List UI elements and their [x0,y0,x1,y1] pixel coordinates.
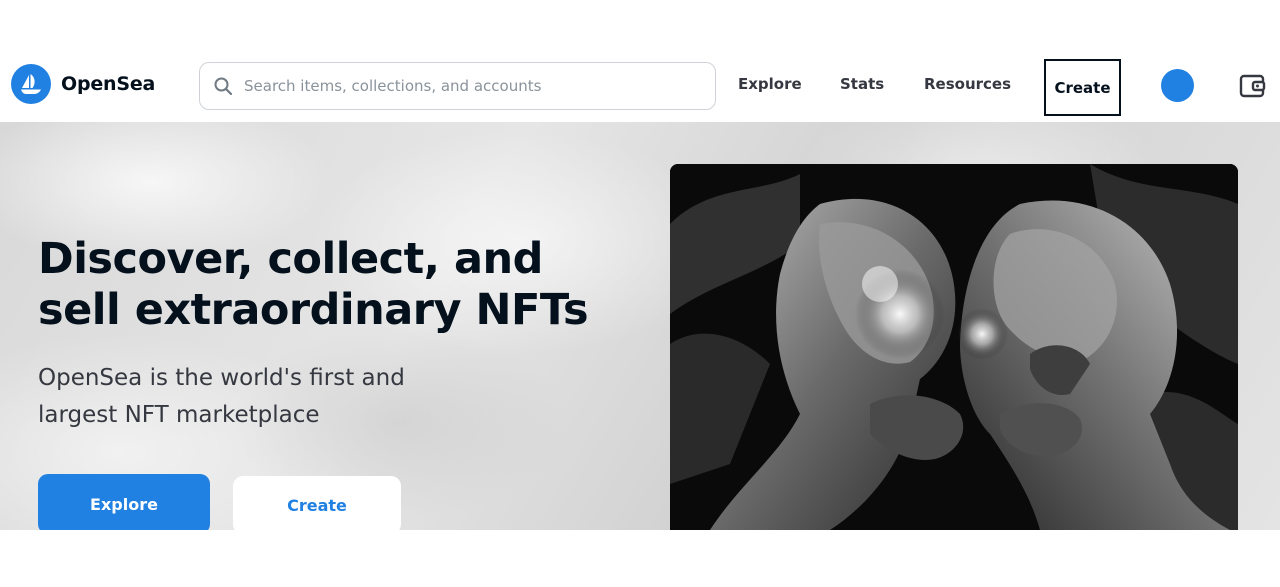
search-bar[interactable] [199,62,716,110]
wallet-icon[interactable] [1238,71,1268,101]
hero-section: Discover, collect, and sell extraordinar… [0,122,1280,530]
search-input[interactable] [244,77,684,95]
opensea-logo-icon [11,64,51,104]
artwork-illustration [670,164,1238,530]
brand-name: OpenSea [61,73,156,95]
nav-explore[interactable]: Explore [738,75,802,93]
search-icon [212,75,234,97]
top-navbar: OpenSea Explore Stats Resources Create [0,52,1280,122]
hero-subtitle: OpenSea is the world's first and largest… [38,365,405,428]
brand-logo[interactable]: OpenSea [11,64,155,104]
nav-resources[interactable]: Resources [924,75,1011,93]
hero-title: Discover, collect, and sell extraordinar… [38,234,589,335]
nav-stats[interactable]: Stats [840,75,884,93]
user-avatar-icon[interactable] [1161,69,1194,102]
featured-nft-artwork[interactable] [670,164,1238,530]
create-button[interactable]: Create [233,476,401,530]
nav-create-button[interactable]: Create [1044,59,1121,116]
explore-button[interactable]: Explore [38,474,210,530]
